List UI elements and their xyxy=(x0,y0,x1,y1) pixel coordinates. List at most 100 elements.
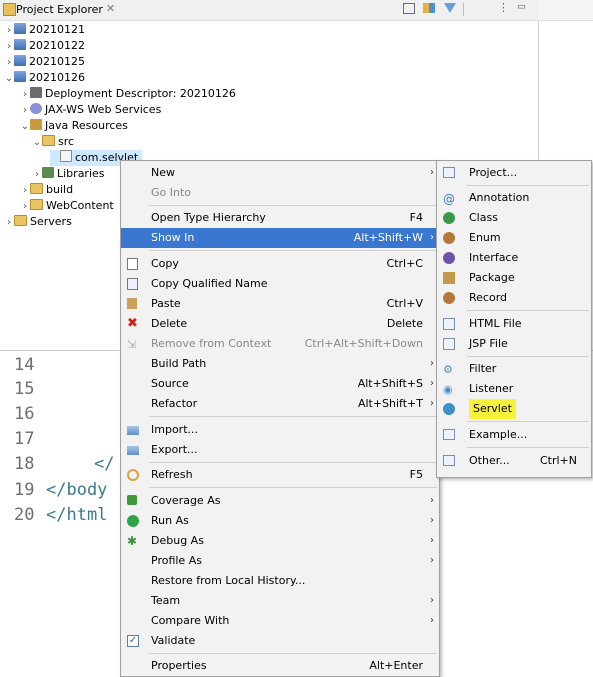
project-explorer-title[interactable]: Project Explorer xyxy=(16,3,103,16)
chevron-right-icon[interactable]: › xyxy=(4,215,14,231)
menu-item-show-in[interactable]: Show In Alt+Shift+W › xyxy=(121,228,439,248)
class-icon xyxy=(443,212,455,224)
menu-item-validate[interactable]: ✓ Validate xyxy=(121,631,439,651)
collapse-all-icon[interactable] xyxy=(403,3,415,14)
close-icon[interactable]: ✕ xyxy=(106,2,115,15)
project-explorer-icon xyxy=(3,3,16,16)
link-with-editor-icon[interactable] xyxy=(423,3,435,13)
chevron-right-icon[interactable]: › xyxy=(32,167,42,183)
submenu-item-filter[interactable]: ⚙ Filter xyxy=(437,359,591,379)
menu-item-paste[interactable]: Paste Ctrl+V xyxy=(121,294,439,314)
chevron-right-icon[interactable]: › xyxy=(20,199,30,215)
menu-item-coverage-as[interactable]: Coverage As › xyxy=(121,491,439,511)
chevron-right-icon[interactable]: › xyxy=(20,183,30,199)
filter-icon[interactable] xyxy=(444,3,456,13)
menu-item-run-as[interactable]: Run As › xyxy=(121,511,439,531)
menu-item-delete[interactable]: ✖ Delete Delete xyxy=(121,314,439,334)
menu-item-refactor[interactable]: Refactor Alt+Shift+T › xyxy=(121,394,439,414)
chevron-right-icon[interactable]: › xyxy=(4,39,14,55)
chevron-right-icon: › xyxy=(430,515,434,526)
menu-item-properties[interactable]: Properties Alt+Enter xyxy=(121,656,439,676)
chevron-right-icon: › xyxy=(430,358,434,369)
tree-item-src[interactable]: ⌄ src xyxy=(32,134,74,150)
tree-item-webcontent[interactable]: › WebContent xyxy=(20,198,114,214)
new-submenu: Project... @ Annotation Class Enum Interf… xyxy=(436,160,592,478)
submenu-item-class[interactable]: Class xyxy=(437,208,591,228)
annotation-icon: @ xyxy=(443,192,455,206)
submenu-item-html-file[interactable]: HTML File xyxy=(437,314,591,334)
filter-icon: ⚙ xyxy=(443,363,453,376)
menu-separator xyxy=(467,421,589,422)
import-icon xyxy=(127,426,139,435)
submenu-item-project[interactable]: Project... xyxy=(437,163,591,183)
menu-item-copy[interactable]: Copy Ctrl+C xyxy=(121,254,439,274)
submenu-item-interface[interactable]: Interface xyxy=(437,248,591,268)
tree-item-libraries[interactable]: › Libraries xyxy=(32,166,105,182)
minimize-icon[interactable]: ▭ xyxy=(517,2,526,12)
project-icon xyxy=(14,71,26,82)
menu-item-debug-as[interactable]: ✱ Debug As › xyxy=(121,531,439,551)
chevron-down-icon[interactable]: ⌄ xyxy=(32,135,42,151)
checkbox-checked-icon[interactable]: ✓ xyxy=(127,635,139,647)
tree-item-20210121[interactable]: › 20210121 xyxy=(4,22,85,38)
submenu-item-jsp-file[interactable]: JSP File xyxy=(437,334,591,354)
menu-separator xyxy=(149,416,437,417)
submenu-item-servlet[interactable]: Servlet xyxy=(437,399,591,419)
tree-item-jax-ws[interactable]: › JAX-WS Web Services xyxy=(20,102,161,118)
menu-item-go-into: Go Into xyxy=(151,186,192,199)
folder-icon xyxy=(30,199,43,210)
menu-item-compare-with[interactable]: Compare With › xyxy=(121,611,439,631)
menu-item-refresh[interactable]: Refresh F5 xyxy=(121,465,439,485)
menu-item-copy-qualified-name[interactable]: Copy Qualified Name xyxy=(121,274,439,294)
tree-item-build[interactable]: › build xyxy=(20,182,73,198)
submenu-item-listener[interactable]: ◉ Listener xyxy=(437,379,591,399)
submenu-item-other[interactable]: Other... Ctrl+N xyxy=(437,451,591,471)
chevron-right-icon[interactable]: › xyxy=(20,87,30,103)
menu-item-source[interactable]: Source Alt+Shift+S › xyxy=(121,374,439,394)
chevron-right-icon[interactable]: › xyxy=(4,23,14,39)
copy-icon xyxy=(127,258,138,270)
submenu-item-package[interactable]: Package xyxy=(437,268,591,288)
submenu-item-example[interactable]: Example... xyxy=(437,425,591,445)
menu-item-open-type-hierarchy[interactable]: Open Type Hierarchy F4 xyxy=(121,208,439,228)
menu-item-profile-as[interactable]: Profile As › xyxy=(121,551,439,571)
submenu-item-annotation[interactable]: @ Annotation xyxy=(437,188,591,208)
copy-qualified-name-icon xyxy=(127,278,138,290)
menu-separator xyxy=(467,185,589,186)
tree-item-servers[interactable]: › Servers xyxy=(4,214,72,230)
submenu-item-enum[interactable]: Enum xyxy=(437,228,591,248)
example-icon xyxy=(443,429,455,440)
jsp-file-icon xyxy=(443,338,455,350)
tree-item-20210125[interactable]: › 20210125 xyxy=(4,54,85,70)
folder-icon xyxy=(30,183,43,194)
java-resources-icon xyxy=(30,119,42,130)
view-menu-icon[interactable]: ⋮ xyxy=(498,1,509,14)
deployment-descriptor-icon xyxy=(30,87,42,98)
menu-item-team[interactable]: Team › xyxy=(121,591,439,611)
tree-item-20210122[interactable]: › 20210122 xyxy=(4,38,85,54)
tree-item-20210126[interactable]: ⌄ 20210126 xyxy=(4,70,85,86)
export-icon xyxy=(127,446,139,455)
project-wizard-icon xyxy=(443,167,455,178)
menu-item-build-path[interactable]: Build Path › xyxy=(121,354,439,374)
line-number: 20 xyxy=(14,505,35,525)
tree-item-deployment-descriptor[interactable]: › Deployment Descriptor: 20210126 xyxy=(20,86,236,102)
menu-separator xyxy=(149,462,437,463)
chevron-right-icon: › xyxy=(430,595,434,606)
menu-item-import[interactable]: Import... xyxy=(121,420,439,440)
focus-icon[interactable] xyxy=(472,3,484,15)
chevron-right-icon[interactable]: › xyxy=(4,55,14,71)
line-number: 15 xyxy=(14,379,35,399)
menu-item-export[interactable]: Export... xyxy=(121,440,439,460)
chevron-down-icon[interactable]: ⌄ xyxy=(4,71,14,87)
chevron-right-icon: › xyxy=(430,167,434,178)
menu-item-remove-from-context: ⇲ Remove from Context Ctrl+Alt+Shift+Down xyxy=(127,337,423,351)
menu-item-new[interactable]: New › xyxy=(121,163,439,183)
submenu-item-record[interactable]: Record xyxy=(437,288,591,308)
chevron-down-icon[interactable]: ⌄ xyxy=(20,119,30,135)
tree-item-java-resources[interactable]: ⌄ Java Resources xyxy=(20,118,128,134)
menu-item-restore-local-history[interactable]: Restore from Local History... xyxy=(121,571,439,591)
web-services-icon xyxy=(30,103,42,114)
chevron-right-icon[interactable]: › xyxy=(20,103,30,119)
chevron-right-icon: › xyxy=(430,398,434,409)
